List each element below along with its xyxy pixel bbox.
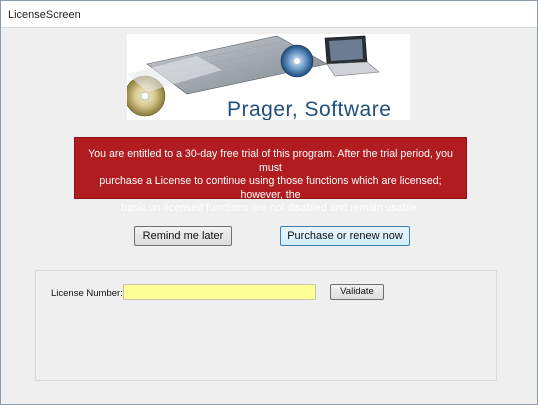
trial-notice-line-3: basic un-licensed functions are not disa… <box>121 202 420 214</box>
logo-company-name: Prager, Software <box>227 98 392 120</box>
title-bar[interactable]: LicenseScreen <box>1 1 537 28</box>
trial-notice-banner: You are entitled to a 30-day free trial … <box>74 137 467 214</box>
license-number-input[interactable] <box>123 284 316 300</box>
window-title: LicenseScreen <box>8 9 81 21</box>
purchase-or-renew-button[interactable]: Purchase or renew now <box>280 226 410 246</box>
remind-me-later-button[interactable]: Remind me later <box>134 226 232 246</box>
license-number-label: License Number: <box>51 288 123 299</box>
license-window: LicenseScreen Prager, Software You are e… <box>0 0 538 405</box>
window-client-area: Prager, Software You are entitled to a 3… <box>4 29 534 401</box>
license-panel: License Number: Validate <box>35 270 497 381</box>
validate-button[interactable]: Validate <box>330 284 384 300</box>
trial-notice-line-2: purchase a License to continue using tho… <box>99 175 442 201</box>
company-logo: Prager, Software <box>127 34 410 120</box>
trial-notice-line-1: You are entitled to a 30-day free trial … <box>88 148 453 174</box>
